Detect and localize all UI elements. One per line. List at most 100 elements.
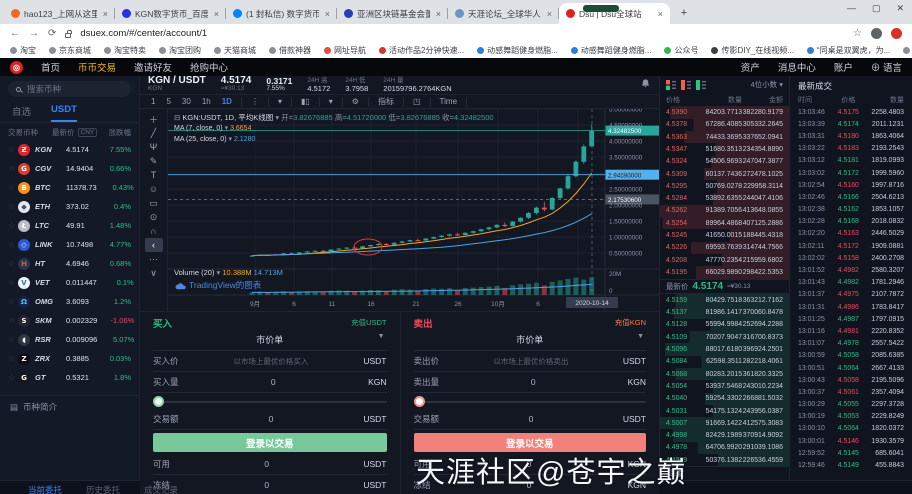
coin-row-KGN[interactable]: ☆ƵKGN4.51747.55% (0, 140, 139, 159)
ask-row[interactable]: 4.519566029.9890298422.5353 (660, 266, 789, 278)
window-maximize-icon[interactable]: ▢ (872, 3, 881, 14)
favorite-star-icon[interactable]: ☆ (8, 145, 18, 154)
favorite-star-icon[interactable]: ☆ (8, 221, 18, 230)
favorite-star-icon[interactable]: ☆ (8, 316, 18, 325)
bookmark-star-icon[interactable]: ☆ (853, 28, 862, 39)
profile-avatar[interactable] (871, 28, 882, 39)
favorite-star-icon[interactable]: ☆ (8, 297, 18, 306)
buy-login-button[interactable]: 登录以交易 (153, 433, 387, 452)
bookmark-item[interactable]: 京东商城 (49, 45, 91, 56)
nav-item-币币交易[interactable]: 币币交易 (78, 60, 116, 74)
bookmark-item[interactable]: 动感舞蹈健身燃脂... (477, 45, 558, 56)
bid-row[interactable]: 4.510970207.9047316700.8373 (660, 331, 789, 343)
nav-item-邀请好友[interactable]: 邀请好友 (134, 60, 172, 74)
bookmark-item[interactable]: 淘宝团购 (159, 45, 201, 56)
trend-line-tool-icon[interactable]: ╱ (145, 126, 163, 140)
bid-row[interactable]: 4.506880283.2015361820.3325 (660, 368, 789, 380)
bid-row[interactable]: 4.505453937.5468243010.2234 (660, 380, 789, 392)
collapse-toolbar-icon[interactable]: ∨ (145, 266, 163, 280)
ask-row[interactable]: 4.530960137.7436272478.1025 (660, 168, 789, 180)
measure-tool-icon[interactable]: ▭ (145, 196, 163, 210)
favorite-star-icon[interactable]: ☆ (8, 335, 18, 344)
time-icon[interactable]: Time (435, 96, 462, 107)
sell-order-type-select[interactable]: 市价单 ▼ (414, 330, 647, 351)
decimals-select[interactable]: 4位小数 ▾ (750, 79, 783, 90)
tab-close-icon[interactable]: × (656, 9, 663, 19)
browser-update-button[interactable] (891, 28, 902, 39)
interval-1[interactable]: 1 (146, 96, 160, 107)
legend-collapse-icon[interactable]: ⊟ (174, 113, 180, 122)
bid-row[interactable]: 4.504059254.3302266881.5032 (660, 393, 789, 405)
sell-amount-slider[interactable] (414, 395, 647, 408)
ask-row[interactable]: 4.528453892.6355244047.4106 (660, 193, 789, 205)
sell-amount-input[interactable]: 0 (439, 377, 628, 387)
browser-tab[interactable]: KGN数字货币_百度搜索× (115, 3, 226, 24)
coin-row-GT[interactable]: ☆GGT0.53211.8% (0, 368, 139, 387)
favorite-star-icon[interactable]: ☆ (8, 354, 18, 363)
bookmark-item[interactable]: “同桌是双翼虎，为... (807, 45, 890, 56)
topup-kgn-link[interactable]: 充值KGN (615, 317, 646, 328)
pitchfork-tool-icon[interactable]: Ψ (145, 140, 163, 154)
browser-tab[interactable]: 亚洲区块链基金会董事郭小川正...× (337, 3, 448, 24)
interval-1h[interactable]: 1h (197, 96, 216, 107)
ask-row[interactable]: 4.536374433.3695337652.0941 (660, 131, 789, 143)
coin-intro-link[interactable]: ▤ 币种简介 (0, 395, 139, 418)
address-url[interactable]: dsuex.com/#/center/account/1 (80, 28, 844, 39)
sell-price-input[interactable]: 以市场上最优价格卖出 (439, 356, 623, 367)
tab-close-icon[interactable]: × (212, 9, 219, 19)
coin-row-VET[interactable]: ☆VVET0.0114470.1% (0, 273, 139, 292)
bookmark-item[interactable]: 动感舞蹈健身燃脂... (571, 45, 652, 56)
buy-order-type-select[interactable]: 市价单 ▼ (153, 330, 387, 351)
ask-row[interactable]: 4.525489964.4868407125.2886 (660, 217, 789, 229)
zoom-tool-icon[interactable]: ⊙ (145, 210, 163, 224)
browser-tab[interactable]: (1 封私信) 数字货币骗局 - 知乎× (226, 3, 337, 24)
favorite-star-icon[interactable]: ☆ (8, 164, 18, 173)
buy-slider-knob[interactable] (153, 396, 164, 407)
tradingview-attribution[interactable]: TradingView的图表 (174, 279, 261, 291)
bookmark-item[interactable]: 活动作品2分钟快速... (379, 45, 464, 56)
reload-icon[interactable]: ⟳ (48, 28, 56, 39)
fullscreen-icon[interactable]: ◳ (408, 96, 426, 107)
orderbook-view-bids-icon[interactable] (696, 80, 706, 90)
interval-30[interactable]: 30 (177, 96, 196, 107)
coin-row-HT[interactable]: ☆HHT4.69460.68% (0, 254, 139, 273)
crosshair-tool-icon[interactable]: ＋ (145, 112, 163, 126)
bid-row[interactable]: 4.500791669.1422412575.3083 (660, 417, 789, 429)
text-tool-icon[interactable]: T (145, 168, 163, 182)
orderbook-view-asks-icon[interactable] (681, 80, 691, 90)
nav-right-item[interactable]: 资产 (741, 60, 760, 74)
sidebar-tab-自选[interactable]: 自选 (12, 104, 31, 122)
tab-close-icon[interactable]: × (545, 9, 552, 19)
forward-icon[interactable]: → (29, 28, 39, 39)
coin-row-LINK[interactable]: ☆◇LINK10.74984.77% (0, 235, 139, 254)
back-icon[interactable]: ← (10, 28, 20, 39)
browser-tab[interactable]: Dsu | Dsu全球站× (559, 3, 670, 24)
cny-badge[interactable]: CNY (78, 128, 98, 137)
coin-row-BTC[interactable]: ☆BBTC11378.730.43% (0, 178, 139, 197)
favorite-star-icon[interactable]: ☆ (8, 202, 18, 211)
bookmark-item[interactable]: 淘宝 (10, 45, 36, 56)
bid-row[interactable]: 4.515980429.7518363212.7162 (660, 294, 789, 306)
volume-indicator-label[interactable]: Volume (20) (174, 268, 214, 277)
coin-row-OMG[interactable]: ☆ΩOMG3.60931.2% (0, 292, 139, 311)
bookmark-item[interactable]: 天猫商城 (214, 45, 256, 56)
topup-usdt-link[interactable]: 充值USDT (351, 317, 386, 328)
bid-row[interactable]: 4.512855994.9984252694.2288 (660, 319, 789, 331)
ma7-label[interactable]: MA (7, close, 0) (174, 125, 223, 132)
browser-tab[interactable]: hao123_上网从这里开始× (4, 3, 115, 24)
settings-icon[interactable]: ⚙ (347, 96, 364, 107)
bid-row[interactable]: 4.513781986.1417370060.8478 (660, 307, 789, 319)
favorite-star-icon[interactable]: ☆ (8, 183, 18, 192)
bid-row[interactable]: 4.508462598.3511282218.4061 (660, 356, 789, 368)
tab-close-icon[interactable]: × (323, 9, 330, 19)
favorite-star-icon[interactable]: ☆ (8, 259, 18, 268)
bid-row[interactable]: 4.509688017.6180396924.2501 (660, 343, 789, 355)
ask-row[interactable]: 4.537867286.4085305332.2645 (660, 119, 789, 131)
alert-bell-icon[interactable] (640, 76, 651, 94)
interval-1D[interactable]: 1D (217, 96, 237, 107)
search-input[interactable]: 搜索币种 (8, 81, 131, 97)
sidebar-tab-USDT[interactable]: USDT (51, 104, 77, 122)
buy-price-input[interactable]: 以市场上最优价格买入 (179, 356, 364, 367)
ask-row[interactable]: 4.526291389.7056413648.0855 (660, 205, 789, 217)
interval-dropdown-icon[interactable]: ▾ (273, 96, 287, 107)
